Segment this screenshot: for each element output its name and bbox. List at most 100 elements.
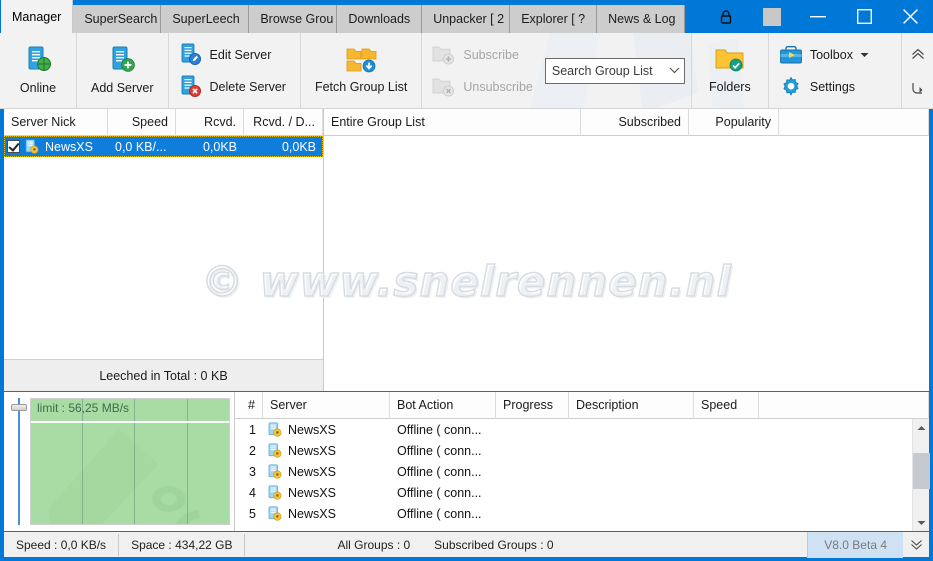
table-row[interactable]: 4 NewsXS Offline ( conn...	[235, 482, 912, 503]
status-expand-button[interactable]	[903, 532, 929, 558]
collapse-ribbon-button[interactable]	[907, 44, 929, 64]
column-header-server-nick[interactable]: Server Nick	[4, 108, 108, 136]
tab-unpacker[interactable]: Unpacker [ 2	[422, 5, 511, 33]
column-header-server[interactable]: Server	[263, 391, 390, 419]
status-space: Space : 434,22 GB	[119, 533, 246, 556]
row-server-name: NewsXS	[288, 506, 336, 521]
ribbon-group-fetch: Fetch Group List	[301, 33, 423, 108]
tab-downloads[interactable]: Downloads	[337, 5, 423, 33]
online-button[interactable]: Online	[6, 36, 70, 106]
toolbox-label: Toolbox	[809, 48, 853, 62]
connections-table: # Server Bot Action Progress Description…	[235, 391, 930, 531]
folders-button[interactable]: Folders	[698, 36, 762, 106]
ribbon-group-subscription: Subscribe Unsubscribe Search Group List	[422, 33, 692, 108]
lock-icon[interactable]	[703, 0, 749, 33]
ribbon-right-controls	[901, 33, 933, 108]
server-rcvd-value: 0,0KB	[202, 139, 237, 154]
add-server-button[interactable]: Add Server	[83, 36, 162, 106]
column-header-popularity[interactable]: Popularity	[689, 108, 779, 136]
group-list-body[interactable]	[324, 136, 929, 391]
row-server-name: NewsXS	[288, 422, 336, 437]
table-row[interactable]: NewsXS 0,0 KB/... 0,0KB 0,0KB	[4, 136, 323, 157]
tab-explorer[interactable]: Explorer [ ?	[510, 5, 598, 33]
folders-download-icon	[345, 46, 377, 74]
table-row[interactable]: 2 NewsXS Offline ( conn...	[235, 440, 912, 461]
close-button[interactable]	[887, 0, 933, 33]
row-bot-action: Offline ( conn...	[397, 464, 482, 479]
table-row[interactable]: 5 NewsXS Offline ( conn...	[235, 503, 912, 524]
row-description	[569, 461, 694, 482]
table-row[interactable]: 3 NewsXS Offline ( conn...	[235, 461, 912, 482]
gear-icon	[779, 76, 803, 98]
column-header-rcvd-per-day[interactable]: Rcvd. / D...	[244, 108, 323, 136]
column-header-filler	[779, 108, 929, 136]
tab-browse-groups[interactable]: Browse Grou	[249, 5, 338, 33]
tab-label: Unpacker [ 2	[433, 12, 505, 26]
tab-label: News & Log	[608, 12, 676, 26]
server-rcvd-per-day-value: 0,0KB	[281, 139, 316, 154]
server-delete-icon	[179, 75, 203, 99]
column-header-conn-filler	[759, 391, 929, 419]
subscribe-button[interactable]: Subscribe	[428, 40, 540, 70]
table-row[interactable]: 1 NewsXS Offline ( conn...	[235, 419, 912, 440]
status-all-groups: All Groups : 0	[337, 537, 411, 552]
settings-button[interactable]: Settings	[775, 72, 877, 102]
fetch-group-list-button[interactable]: Fetch Group List	[307, 36, 415, 106]
application-window: Manager SuperSearch SuperLeech Browse Gr…	[0, 0, 933, 561]
folder-remove-icon	[432, 76, 456, 98]
unsubscribe-button[interactable]: Unsubscribe	[428, 72, 540, 102]
tab-superleech[interactable]: SuperLeech	[161, 5, 250, 33]
column-header-description[interactable]: Description	[569, 391, 694, 419]
chevron-up-double-icon	[911, 48, 925, 60]
edit-server-button[interactable]: Edit Server	[175, 40, 294, 70]
restore-layout-button[interactable]	[907, 78, 929, 98]
restore-square-icon[interactable]	[749, 0, 795, 33]
row-description	[569, 503, 694, 524]
scroll-up-arrow[interactable]	[913, 419, 930, 436]
column-header-speed[interactable]: Speed	[108, 108, 176, 136]
toolbox-button[interactable]: Toolbox	[775, 40, 877, 70]
delete-server-button[interactable]: Delete Server	[175, 72, 294, 102]
column-header-rcvd[interactable]: Rcvd.	[176, 108, 244, 136]
minimize-button[interactable]	[795, 0, 841, 33]
row-checkbox[interactable]	[7, 140, 20, 153]
tab-supersearch[interactable]: SuperSearch	[73, 5, 162, 33]
server-edit-icon	[179, 43, 203, 67]
row-server-name: NewsXS	[288, 464, 336, 479]
ribbon-group-connection: Online	[0, 33, 77, 108]
column-header-index[interactable]: #	[235, 391, 263, 419]
scrollbar-thumb[interactable]	[912, 453, 930, 489]
tab-manager[interactable]: Manager	[0, 0, 74, 33]
column-header-subscribed[interactable]: Subscribed	[581, 108, 689, 136]
scrollbar-track[interactable]	[912, 436, 930, 514]
tab-label: Manager	[12, 9, 62, 24]
leeched-total-bar: Leeched in Total : 0 KB	[4, 359, 323, 391]
row-index: 5	[249, 506, 256, 521]
scroll-down-arrow[interactable]	[913, 514, 930, 531]
column-header-bot-action[interactable]: Bot Action	[390, 391, 496, 419]
server-list-body[interactable]: NewsXS 0,0 KB/... 0,0KB 0,0KB	[4, 136, 323, 359]
slider-thumb[interactable]	[11, 404, 27, 411]
column-header-conn-speed[interactable]: Speed	[694, 391, 759, 419]
row-speed	[694, 419, 759, 440]
speed-limit-slider[interactable]	[8, 398, 30, 525]
connections-scrollbar[interactable]	[912, 419, 930, 531]
server-lock-icon	[24, 139, 39, 154]
row-progress	[496, 503, 569, 524]
server-lock-icon	[267, 422, 282, 437]
tab-news-log[interactable]: News & Log	[597, 5, 686, 33]
speed-graph[interactable]: limit : 56,25 MB/s	[30, 398, 230, 525]
ribbon-group-tools: Toolbox Settings	[769, 33, 883, 108]
connections-rows[interactable]: 1 NewsXS Offline ( conn... 2 NewsXS Offl…	[235, 419, 912, 531]
window-controls	[703, 0, 933, 33]
row-bot-action: Offline ( conn...	[397, 485, 482, 500]
column-header-progress[interactable]: Progress	[496, 391, 569, 419]
speed-graph-panel: limit : 56,25 MB/s	[4, 392, 235, 531]
column-header-entire-group-list[interactable]: Entire Group List	[324, 108, 581, 136]
group-panel: Entire Group List Subscribed Popularity	[324, 108, 929, 391]
settings-label: Settings	[809, 80, 856, 94]
maximize-button[interactable]	[841, 0, 887, 33]
chevron-down-icon	[665, 65, 680, 77]
search-group-list-combobox[interactable]: Search Group List	[544, 58, 685, 84]
server-panel: Server Nick Speed Rcvd. Rcvd. / D... New…	[4, 108, 324, 391]
